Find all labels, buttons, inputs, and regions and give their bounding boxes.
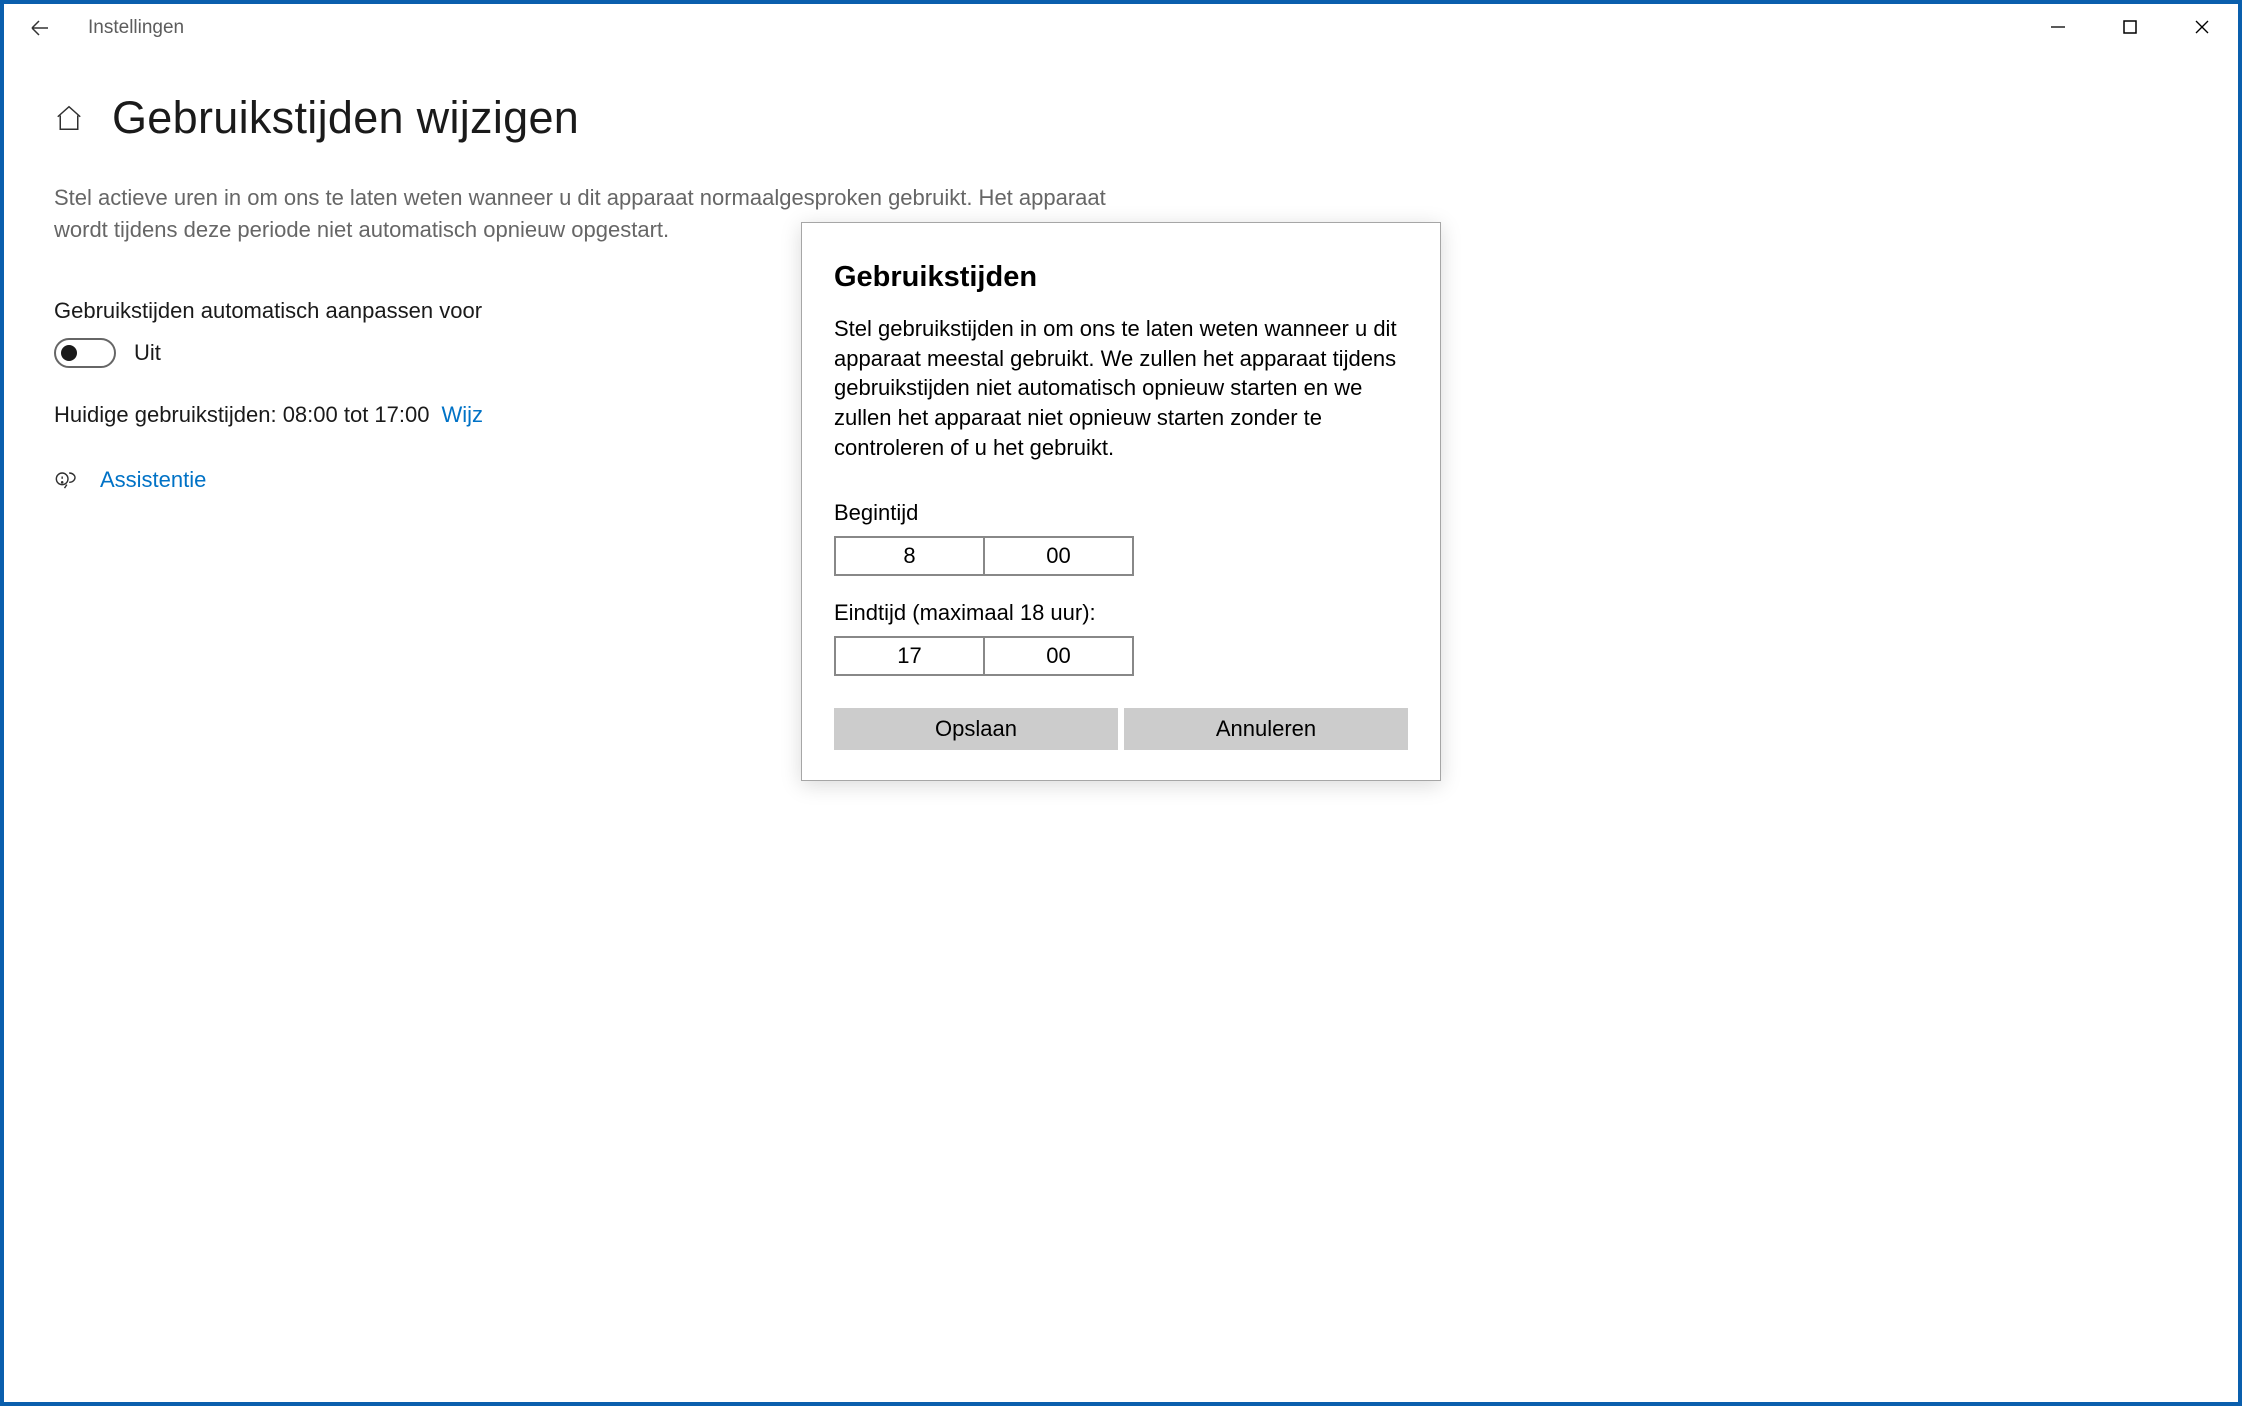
save-button[interactable]: Opslaan xyxy=(834,708,1118,750)
start-time-picker: 8 00 xyxy=(834,536,1134,576)
header-row: Gebruikstijden wijzigen xyxy=(54,92,2188,144)
titlebar: Instellingen xyxy=(4,4,2238,52)
help-icon xyxy=(54,466,82,494)
minimize-button[interactable] xyxy=(2022,4,2094,50)
close-button[interactable] xyxy=(2166,4,2238,50)
dialog-buttons: Opslaan Annuleren xyxy=(834,708,1408,750)
start-time-label: Begintijd xyxy=(834,500,1408,526)
home-icon[interactable] xyxy=(54,103,84,133)
current-hours-text: Huidige gebruikstijden: 08:00 tot 17:00 xyxy=(54,402,429,428)
end-minute-field[interactable]: 00 xyxy=(985,636,1134,676)
caption-buttons xyxy=(2022,4,2238,50)
minimize-icon xyxy=(2050,19,2066,35)
auto-adjust-toggle[interactable] xyxy=(54,338,116,368)
start-hour-field[interactable]: 8 xyxy=(834,536,985,576)
back-arrow-icon xyxy=(28,16,52,40)
toggle-knob xyxy=(61,345,77,361)
page-title: Gebruikstijden wijzigen xyxy=(112,92,579,144)
end-hour-field[interactable]: 17 xyxy=(834,636,985,676)
close-icon xyxy=(2194,19,2210,35)
active-hours-dialog: Gebruikstijden Stel gebruikstijden in om… xyxy=(801,222,1441,781)
change-link[interactable]: Wijz xyxy=(441,402,483,428)
dialog-title: Gebruikstijden xyxy=(834,261,1408,294)
maximize-icon xyxy=(2122,19,2138,35)
cancel-button[interactable]: Annuleren xyxy=(1124,708,1408,750)
dialog-description: Stel gebruikstijden in om ons te laten w… xyxy=(834,314,1408,462)
settings-window: Instellingen xyxy=(4,4,2238,1402)
help-link[interactable]: Assistentie xyxy=(100,467,206,493)
back-button[interactable] xyxy=(10,4,70,52)
end-time-label: Eindtijd (maximaal 18 uur): xyxy=(834,600,1408,626)
end-time-picker: 17 00 xyxy=(834,636,1134,676)
maximize-button[interactable] xyxy=(2094,4,2166,50)
app-name: Instellingen xyxy=(88,17,184,39)
toggle-state: Uit xyxy=(134,340,161,366)
start-minute-field[interactable]: 00 xyxy=(985,536,1134,576)
